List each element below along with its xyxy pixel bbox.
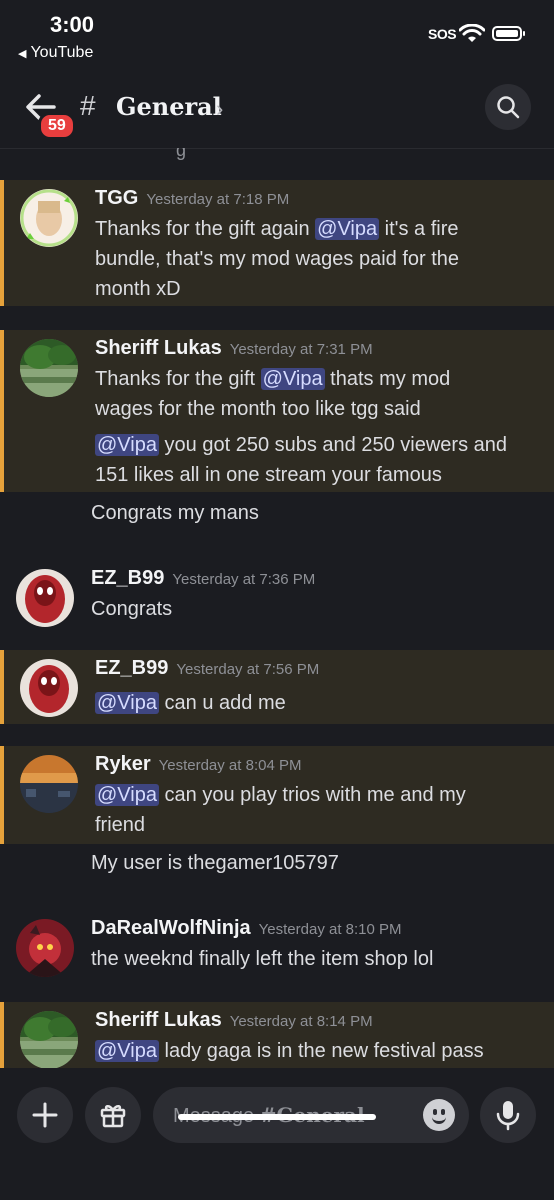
- avatar-image: [20, 659, 78, 717]
- message-header: Sheriff Lukas Yesterday at 8:14 PM: [95, 1009, 373, 1032]
- avatar[interactable]: [16, 919, 74, 977]
- partial-text: g: [176, 148, 187, 160]
- gift-icon: [100, 1105, 126, 1128]
- status-time: 3:00: [50, 12, 95, 37]
- message-item[interactable]: EZ_B99 Yesterday at 7:56 PM @Vipa can u a…: [0, 650, 554, 724]
- mention-pill[interactable]: @Vipa: [95, 784, 159, 806]
- timestamp: Yesterday at 7:31 PM: [229, 341, 373, 358]
- channel-header: 59 # General ›: [0, 70, 554, 149]
- timestamp: Yesterday at 7:56 PM: [176, 661, 320, 678]
- author-name[interactable]: Sheriff Lukas: [95, 1009, 222, 1031]
- timestamp: Yesterday at 8:10 PM: [258, 921, 402, 938]
- partial-message: g: [0, 148, 554, 160]
- text-segment: can you play trios with me and my: [158, 784, 466, 806]
- hash-icon: #: [80, 90, 96, 121]
- sos-indicator: SOS: [428, 26, 457, 42]
- message-header: Ryker Yesterday at 8:04 PM: [95, 753, 301, 776]
- unread-badge: 59: [38, 112, 76, 140]
- message-header: Sheriff Lukas Yesterday at 7:31 PM: [95, 337, 373, 360]
- text-line: friend: [95, 814, 146, 836]
- timestamp: Yesterday at 7:18 PM: [146, 191, 290, 208]
- avatar[interactable]: [20, 755, 78, 813]
- avatar[interactable]: [20, 659, 78, 717]
- chevron-right-icon[interactable]: ›: [216, 96, 223, 122]
- text-line: month xD: [95, 278, 181, 300]
- text-segment: it's a fire: [379, 218, 459, 240]
- home-indicator: [178, 1114, 376, 1120]
- mention-pill[interactable]: @Vipa: [95, 1040, 159, 1062]
- text-segment: Thanks for the gift again: [95, 218, 316, 240]
- text-segment: you got 250 subs and 250 viewers and: [158, 434, 508, 456]
- emoji-icon[interactable]: [423, 1099, 455, 1131]
- message-item[interactable]: Ryker Yesterday at 8:04 PM @Vipa can you …: [0, 746, 554, 844]
- back-to-app-link[interactable]: ◀ YouTube: [18, 44, 93, 62]
- avatar[interactable]: [20, 1011, 78, 1068]
- author-name[interactable]: DaRealWolfNinja: [91, 917, 251, 939]
- add-attachment-button[interactable]: [17, 1087, 73, 1143]
- message-header: TGG Yesterday at 7:18 PM: [95, 187, 289, 210]
- message-text: Thanks for the gift @Vipa thats my mod w…: [95, 364, 543, 424]
- timestamp: Yesterday at 8:04 PM: [158, 757, 302, 774]
- avatar-image: [20, 755, 78, 813]
- message-text: Thanks for the gift again @Vipa it's a f…: [95, 214, 543, 304]
- gift-button[interactable]: [85, 1087, 141, 1143]
- message-item[interactable]: Sheriff Lukas Yesterday at 7:31 PM Thanks…: [0, 330, 554, 492]
- message-list[interactable]: g TGG Yesterday at 7:18 PM Thanks for the…: [0, 148, 554, 1068]
- author-name[interactable]: TGG: [95, 187, 138, 209]
- battery-icon: [492, 26, 525, 41]
- timestamp: Yesterday at 8:14 PM: [229, 1013, 373, 1030]
- message-header: EZ_B99 Yesterday at 7:36 PM: [91, 567, 315, 590]
- message-text: @Vipa can you play trios with me and my …: [95, 780, 543, 840]
- avatar[interactable]: [20, 189, 78, 247]
- mention-pill[interactable]: @Vipa: [95, 434, 159, 456]
- author-name[interactable]: EZ_B99: [91, 567, 164, 589]
- back-app-label: YouTube: [30, 44, 94, 61]
- text-line: wages for the month too like tgg said: [95, 398, 421, 420]
- text-segment: thats my mod: [324, 368, 451, 390]
- mention-pill[interactable]: @Vipa: [260, 368, 325, 390]
- message-item[interactable]: EZ_B99 Yesterday at 7:36 PM Congrats: [0, 560, 554, 640]
- message-item[interactable]: Sheriff Lukas Yesterday at 8:14 PM @Vipa …: [0, 1002, 554, 1068]
- author-name[interactable]: Ryker: [95, 753, 151, 775]
- channel-title[interactable]: General: [116, 92, 222, 121]
- composer-bar: Message #General: [0, 1068, 554, 1200]
- timestamp: Yesterday at 7:36 PM: [172, 571, 316, 588]
- avatar[interactable]: [16, 569, 74, 627]
- wifi-icon: [459, 24, 485, 42]
- message-header: EZ_B99 Yesterday at 7:56 PM: [95, 657, 319, 680]
- search-icon: [497, 96, 520, 119]
- message-text: the weeknd finally left the item shop lo…: [91, 948, 434, 970]
- microphone-icon: [496, 1101, 520, 1131]
- message-continuation: Congrats my mans: [91, 502, 259, 524]
- text-segment: lady gaga is in the new festival pass: [158, 1040, 484, 1062]
- message-continuation: My user is thegamer105797: [91, 852, 339, 874]
- voice-message-button[interactable]: [480, 1087, 536, 1143]
- avatar-image: [16, 569, 74, 627]
- author-name[interactable]: Sheriff Lukas: [95, 337, 222, 359]
- message-text: @Vipa you got 250 subs and 250 viewers a…: [95, 430, 543, 490]
- avatar-image: [20, 189, 78, 247]
- text-line: bundle, that's my mod wages paid for the: [95, 248, 460, 270]
- message-header: DaRealWolfNinja Yesterday at 8:10 PM: [91, 917, 402, 940]
- mention-pill[interactable]: @Vipa: [95, 692, 159, 714]
- avatar-image: [20, 1011, 78, 1068]
- search-button[interactable]: [485, 84, 531, 130]
- message-item[interactable]: TGG Yesterday at 7:18 PM Thanks for the g…: [0, 180, 554, 306]
- message-item[interactable]: DaRealWolfNinja Yesterday at 8:10 PM the …: [0, 910, 554, 990]
- mention-pill[interactable]: @Vipa: [315, 218, 380, 240]
- status-bar: 3:00 ◀ YouTube SOS: [0, 0, 554, 70]
- message-text: Congrats: [91, 598, 173, 620]
- avatar-image: [20, 339, 78, 397]
- text-line: 151 likes all in one stream your famous: [95, 464, 442, 486]
- author-name[interactable]: EZ_B99: [95, 657, 168, 679]
- text-segment: can u add me: [158, 692, 286, 714]
- plus-icon: [32, 1102, 58, 1128]
- avatar-image: [16, 919, 74, 977]
- text-segment: Thanks for the gift: [95, 368, 261, 390]
- message-text: @Vipa lady gaga is in the new festival p…: [95, 1036, 543, 1066]
- avatar[interactable]: [20, 339, 78, 397]
- message-text: @Vipa can u add me: [95, 688, 543, 718]
